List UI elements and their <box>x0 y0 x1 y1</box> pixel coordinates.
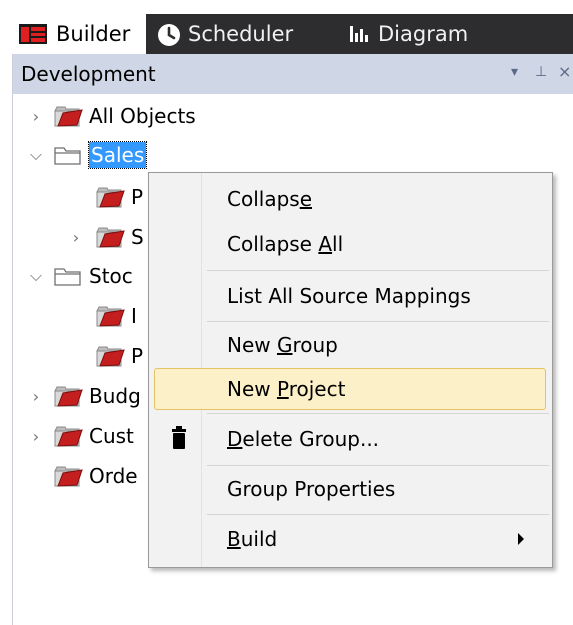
tree-node[interactable]: I <box>13 301 137 331</box>
folder-red-icon <box>95 344 125 368</box>
menu-separator <box>207 270 549 271</box>
tree-node[interactable]: P <box>13 341 143 371</box>
tree-node-label: I <box>131 304 137 328</box>
folder-icon <box>53 264 83 288</box>
dropdown-icon[interactable]: ▾ <box>511 64 518 80</box>
chevron-right-icon[interactable]: › <box>27 381 45 411</box>
menu-item-collapse[interactable]: Collapse <box>154 178 546 220</box>
folder-icon <box>53 143 83 167</box>
chevron-down-icon[interactable]: ⌵ <box>27 140 45 170</box>
menu-item-new-group[interactable]: New Group <box>154 324 546 366</box>
folder-red-icon <box>95 225 125 249</box>
menu-item-label: New Group <box>227 333 338 357</box>
folder-red-icon <box>53 104 83 128</box>
tree-node-label: Budg <box>89 384 141 408</box>
menu-item-label: Group Properties <box>227 477 396 501</box>
folder-red-icon <box>53 464 83 488</box>
menu-item-collapse-all[interactable]: Collapse All <box>154 223 546 265</box>
tree-node-stock[interactable]: ⌵ Stoc <box>13 261 133 291</box>
menu-separator <box>207 465 549 466</box>
chevron-right-icon[interactable]: › <box>67 222 85 252</box>
menu-separator <box>207 413 549 414</box>
tab-scheduler[interactable]: Scheduler <box>150 14 310 54</box>
tab-bar: Builder Scheduler Diagram <box>12 14 573 54</box>
context-menu: Collapse Collapse All List All Source Ma… <box>148 172 553 568</box>
tree-node-sales[interactable]: ⌵ Sales <box>13 140 148 170</box>
tree-node-budget[interactable]: › Budg <box>13 381 141 411</box>
builder-icon <box>18 22 50 46</box>
folder-red-icon <box>53 384 83 408</box>
chevron-right-icon[interactable]: › <box>27 421 45 451</box>
tree-node-label: Sales <box>87 141 148 169</box>
menu-item-label: List All Source Mappings <box>227 284 471 308</box>
menu-separator <box>207 514 549 515</box>
menu-item-label: Collapse All <box>227 232 344 256</box>
pin-icon[interactable]: ⊥ <box>535 64 547 80</box>
menu-item-group-properties[interactable]: Group Properties <box>154 468 546 510</box>
menu-separator <box>207 321 549 322</box>
menu-item-new-project[interactable]: New Project <box>154 368 546 410</box>
bar-chart-icon <box>348 22 372 46</box>
menu-item-list-all-source-mappings[interactable]: List All Source Mappings <box>154 275 546 317</box>
tree-node-label: Orde <box>89 464 138 488</box>
tab-diagram[interactable]: Diagram <box>342 14 502 54</box>
folder-red-icon <box>53 424 83 448</box>
panel-title-bar: Development ▾ ⊥ × <box>13 54 573 94</box>
menu-item-label: New Project <box>227 377 346 401</box>
menu-item-label: Collapse <box>227 187 312 211</box>
clock-icon <box>156 22 182 46</box>
tree-node[interactable]: P <box>13 182 143 212</box>
tree-node-orders[interactable]: Orde <box>13 461 138 491</box>
tab-label: Diagram <box>378 22 469 46</box>
chevron-right-icon[interactable]: › <box>27 101 45 131</box>
menu-item-label: Delete Group... <box>227 427 380 451</box>
close-icon[interactable]: × <box>558 62 571 81</box>
tab-builder[interactable]: Builder <box>12 14 146 54</box>
tree-node-label: P <box>131 344 144 368</box>
tree-node[interactable]: › S <box>13 222 144 252</box>
tab-label: Builder <box>56 22 131 46</box>
tree-node-label: S <box>131 225 144 249</box>
tab-label: Scheduler <box>188 22 294 46</box>
tree-node-label: Stoc <box>89 264 133 288</box>
tree-node-label: All Objects <box>89 104 196 128</box>
tree-node-label: Cust <box>89 424 134 448</box>
tab-strip: Builder Scheduler Diagram <box>0 0 573 54</box>
panel-title: Development <box>21 62 156 86</box>
chevron-down-icon[interactable]: ⌵ <box>27 261 45 291</box>
folder-red-icon <box>95 304 125 328</box>
folder-red-icon <box>95 185 125 209</box>
menu-item-delete-group[interactable]: Delete Group... <box>154 418 546 460</box>
submenu-arrow-icon <box>518 533 524 545</box>
menu-item-build[interactable]: Build <box>154 518 546 560</box>
tree-node-label: P <box>131 185 144 209</box>
tree-node-customer[interactable]: › Cust <box>13 421 134 451</box>
trash-icon <box>172 426 186 449</box>
tree-node-all-objects[interactable]: › All Objects <box>13 101 196 131</box>
menu-item-label: Build <box>227 527 278 551</box>
